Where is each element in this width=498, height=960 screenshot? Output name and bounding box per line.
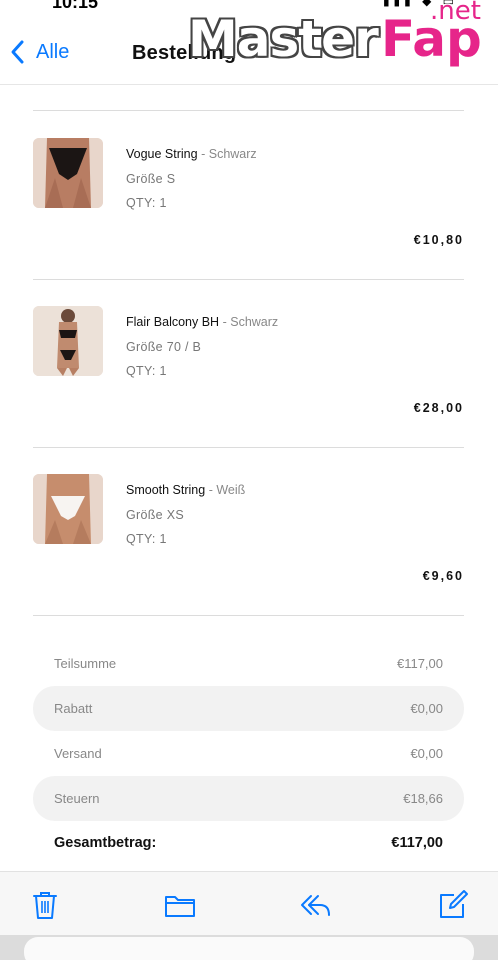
item-price: €28,00: [413, 401, 464, 415]
item-info: Vogue String - Schwarz Größe S QTY: 1: [126, 142, 257, 216]
item-name: Vogue String: [126, 147, 198, 161]
item-qty: QTY: 1: [126, 364, 167, 378]
product-image: [33, 474, 103, 544]
divider: [33, 615, 464, 616]
item-color: Weiß: [216, 483, 246, 497]
item-separator: -: [222, 315, 227, 329]
product-image: [33, 138, 103, 208]
product-image: [33, 306, 103, 376]
item-qty: QTY: 1: [126, 196, 167, 210]
summary-row-shipping: Versand €0,00: [33, 731, 464, 776]
item-separator: -: [201, 147, 206, 161]
home-indicator-card: [24, 937, 474, 960]
item-name: Smooth String: [126, 483, 206, 497]
item-qty: QTY: 1: [126, 532, 167, 546]
watermark-logo: Master Fap .net: [188, 0, 498, 78]
item-name: Flair Balcony BH: [126, 315, 220, 329]
divider: [33, 110, 464, 111]
total-value: €117,00: [391, 835, 443, 851]
summary-value: €0,00: [410, 746, 443, 761]
item-color: Schwarz: [230, 315, 279, 329]
order-summary: Teilsumme €117,00 Rabatt €0,00 Versand €…: [33, 641, 464, 865]
folder-icon: [165, 896, 195, 917]
total-label: Gesamtbetrag:: [54, 835, 157, 851]
header-divider: [0, 84, 498, 85]
trash-icon: [33, 892, 57, 919]
summary-row-discount: Rabatt €0,00: [33, 686, 464, 731]
back-button[interactable]: Alle: [8, 38, 69, 66]
summary-value: €18,66: [403, 791, 443, 806]
compose-button[interactable]: [436, 888, 470, 922]
order-item[interactable]: Vogue String - Schwarz Größe S QTY: 1 €1…: [33, 138, 464, 278]
divider: [33, 447, 464, 448]
summary-label: Versand: [54, 746, 102, 761]
summary-label: Rabatt: [54, 701, 93, 716]
divider: [33, 279, 464, 280]
item-price: €9,60: [422, 569, 464, 583]
watermark-main: Master: [188, 10, 379, 68]
order-item[interactable]: Flair Balcony BH - Schwarz Größe 70 / B …: [33, 306, 464, 446]
summary-value: €117,00: [396, 656, 443, 671]
item-info: Smooth String - Weiß Größe XS QTY: 1: [126, 478, 245, 552]
move-folder-button[interactable]: [163, 888, 197, 922]
status-time: 10:15: [52, 0, 99, 12]
chevron-left-icon: [11, 40, 24, 64]
summary-row-tax: Steuern €18,66: [33, 776, 464, 821]
watermark-net: .net: [430, 0, 481, 26]
summary-label: Teilsumme: [54, 656, 117, 671]
summary-label: Steuern: [54, 791, 100, 806]
back-label: Alle: [36, 40, 70, 63]
delete-button[interactable]: [28, 888, 62, 922]
item-size: Größe S: [126, 171, 176, 186]
item-size: Größe XS: [126, 507, 184, 522]
item-color: Schwarz: [208, 147, 257, 161]
item-size: Größe 70 / B: [126, 339, 202, 354]
item-separator: -: [208, 483, 213, 497]
compose-icon: [440, 890, 468, 918]
bottom-toolbar: [0, 871, 498, 939]
reply-icon: [301, 895, 330, 916]
summary-row-subtotal: Teilsumme €117,00: [33, 641, 464, 686]
order-item[interactable]: Smooth String - Weiß Größe XS QTY: 1 €9,…: [33, 474, 464, 614]
reply-button[interactable]: [298, 888, 332, 922]
summary-value: €0,00: [410, 701, 443, 716]
item-price: €10,80: [413, 233, 464, 247]
item-info: Flair Balcony BH - Schwarz Größe 70 / B …: [126, 310, 278, 384]
summary-row-total: Gesamtbetrag: €117,00: [33, 821, 464, 865]
